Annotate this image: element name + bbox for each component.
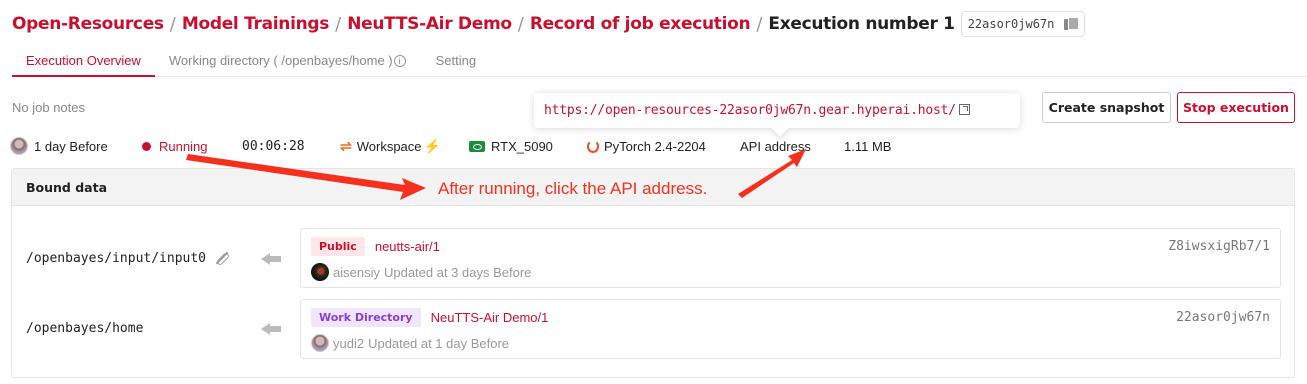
- api-url: https://open-resources-22asor0jw67n.gear…: [544, 103, 956, 118]
- card-header: Public neutts-air/1: [311, 236, 440, 256]
- tab-setting[interactable]: Setting: [420, 45, 490, 77]
- workdir-link[interactable]: NeuTTS-Air Demo/1: [431, 310, 549, 325]
- duration: 00:06:28: [242, 138, 305, 154]
- job-notes: No job notes: [12, 100, 85, 115]
- started-time: 1 day Before: [34, 138, 108, 154]
- copy-icon[interactable]: [1064, 17, 1080, 31]
- unlink-icon[interactable]: [214, 250, 230, 266]
- breadcrumb-project[interactable]: NeuTTS-Air Demo: [347, 14, 512, 34]
- annotation-text: After running, click the API address.: [438, 179, 708, 198]
- avatar[interactable]: [311, 263, 329, 281]
- public-badge: Public: [311, 236, 365, 256]
- breadcrumb-job-records[interactable]: Record of job execution: [530, 14, 751, 34]
- breadcrumb: Open-Resources / Model Trainings / NeuTT…: [12, 10, 1086, 38]
- framework: PyTorch 2.4-2204: [587, 136, 706, 156]
- avatar[interactable]: [311, 334, 329, 352]
- breadcrumb-separator: /: [335, 13, 342, 35]
- status-text: Running: [159, 138, 208, 154]
- dataset-link[interactable]: neutts-air/1: [375, 239, 440, 254]
- arrow-left-icon: [261, 322, 283, 336]
- running-dot-icon: [142, 141, 151, 151]
- tab-label: Setting: [435, 53, 477, 68]
- storage-size: 1.11 MB: [844, 138, 892, 154]
- mount-path: /openbayes/home: [26, 321, 144, 336]
- work-directory-badge: Work Directory: [311, 307, 421, 327]
- bound-dataset-card: Public neutts-air/1 Z8iwsxigRb7/1 aisens…: [300, 228, 1281, 288]
- gpu-label: RTX_5090: [491, 138, 553, 154]
- workspace-label: Workspace: [356, 138, 422, 154]
- updated-time: Updated at 3 days Before: [383, 264, 532, 280]
- card-footer: yudi2 Updated at 1 day Before: [311, 334, 509, 352]
- tab-working-directory[interactable]: Working directory ( /openbayes/home ) i: [155, 45, 420, 77]
- card-footer: aisensiy Updated at 3 days Before: [311, 263, 531, 281]
- arrow-left-icon: [261, 252, 283, 266]
- updated-time: Updated at 1 day Before: [368, 335, 510, 351]
- execution-id-chip: 22asor0jw67n: [960, 11, 1086, 37]
- breadcrumb-separator: /: [517, 13, 524, 35]
- mount-path-row: /openbayes/input/input0: [26, 250, 230, 266]
- user-name[interactable]: yudi2: [333, 336, 364, 351]
- tab-bar: Execution Overview Working directory ( /…: [12, 45, 1307, 77]
- gpu-type: RTX_5090: [469, 136, 553, 156]
- workdir-version-id: 22asor0jw67n: [1176, 310, 1270, 325]
- breadcrumb-open-resources[interactable]: Open-Resources: [12, 14, 164, 34]
- started-info: 1 day Before: [10, 136, 108, 156]
- info-icon: i: [393, 55, 406, 67]
- nvidia-icon: [469, 140, 485, 152]
- avatar[interactable]: [10, 137, 28, 155]
- api-address-link[interactable]: API address: [740, 136, 811, 156]
- api-url-link[interactable]: https://open-resources-22asor0jw67n.gear…: [544, 103, 970, 118]
- framework-label: PyTorch 2.4-2204: [604, 138, 706, 154]
- tab-label: Working directory ( /openbayes/home ): [168, 53, 393, 68]
- bolt-icon: ⚡: [423, 137, 441, 154]
- bound-workdir-card: Work Directory NeuTTS-Air Demo/1 22asor0…: [300, 299, 1281, 359]
- workspace-icon: ⇌: [340, 137, 352, 154]
- pytorch-icon: [587, 139, 599, 153]
- mount-path-row: /openbayes/home: [26, 321, 143, 336]
- external-link-icon: [958, 104, 970, 115]
- tab-label: Execution Overview: [26, 53, 141, 68]
- page-title: Execution number 1: [768, 14, 955, 34]
- api-address-tooltip: https://open-resources-22asor0jw67n.gear…: [534, 93, 1020, 128]
- breadcrumb-model-trainings[interactable]: Model Trainings: [182, 14, 330, 34]
- status-badge: Running: [142, 136, 207, 156]
- breadcrumb-separator: /: [756, 13, 763, 35]
- user-name[interactable]: aisensiy: [333, 265, 380, 280]
- execution-id: 22asor0jw67n: [967, 17, 1055, 31]
- create-snapshot-button[interactable]: Create snapshot: [1042, 92, 1171, 123]
- workspace-type: ⇌ Workspace ⚡: [340, 136, 441, 156]
- stop-execution-button[interactable]: Stop execution: [1177, 92, 1295, 123]
- card-header: Work Directory NeuTTS-Air Demo/1: [311, 307, 549, 327]
- tab-execution-overview[interactable]: Execution Overview: [12, 45, 155, 77]
- breadcrumb-separator: /: [169, 13, 176, 35]
- mount-path: /openbayes/input/input0: [26, 250, 207, 266]
- execution-meta-row: 1 day Before Running 00:06:28 ⇌ Workspac…: [10, 136, 1010, 156]
- dataset-version-id: Z8iwsxigRb7/1: [1168, 239, 1270, 254]
